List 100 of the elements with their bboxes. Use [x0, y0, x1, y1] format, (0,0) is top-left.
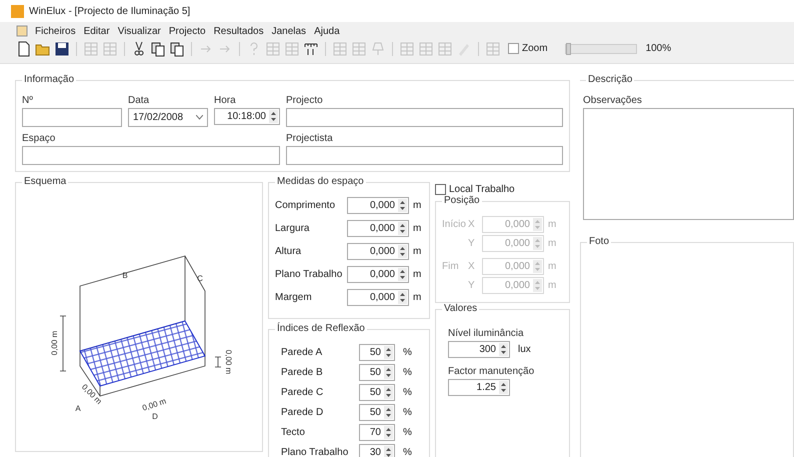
spin-arrows-icon[interactable] — [499, 381, 508, 394]
field-label: Data — [128, 95, 150, 106]
spin-arrows-icon[interactable] — [384, 366, 393, 379]
zoom-reading: 100% — [646, 43, 672, 54]
grid-icon[interactable] — [351, 40, 367, 56]
grid-icon[interactable] — [437, 40, 453, 56]
spin-field[interactable]: 50 — [359, 384, 395, 401]
unit-label: m — [413, 292, 422, 303]
axis-label: Y — [468, 238, 476, 249]
spin-field[interactable]: 30 — [359, 444, 395, 457]
field-label: Comprimento — [275, 200, 336, 211]
date-field[interactable]: 17/02/2008 — [128, 108, 208, 127]
unit-label: m — [413, 200, 422, 211]
slider-thumb[interactable] — [566, 42, 571, 54]
unit-label: % — [403, 367, 413, 378]
text-field[interactable] — [286, 146, 563, 165]
menu-item[interactable]: Resultados — [212, 26, 265, 36]
zoom-slider[interactable] — [564, 44, 637, 54]
grid-icon[interactable] — [265, 40, 281, 56]
field-label: Nº — [22, 95, 34, 106]
spin-field[interactable]: 0,000 — [347, 266, 409, 283]
menu-item[interactable]: Ficheiros — [34, 26, 77, 36]
spin-field[interactable]: 50 — [359, 344, 395, 361]
spin-arrows-icon[interactable] — [398, 222, 407, 235]
spin-field[interactable]: 0,000 — [347, 243, 409, 260]
field-label: Hora — [214, 95, 237, 106]
field-label: Projectista — [286, 133, 334, 144]
spin-field[interactable]: 10:18:00 — [214, 108, 280, 125]
axis-label: Y — [468, 280, 476, 291]
unit-label: m — [548, 219, 558, 230]
menu-item[interactable]: Ajuda — [313, 26, 341, 36]
ruler-icon[interactable] — [303, 40, 319, 56]
axis-label: X — [468, 261, 476, 272]
menu-item[interactable]: Editar — [82, 26, 111, 36]
group-title: Foto — [587, 236, 612, 247]
spin-arrows-icon[interactable] — [499, 343, 508, 356]
field-label: Parede B — [281, 367, 324, 378]
spin-field[interactable]: 70 — [359, 424, 395, 441]
spin-field[interactable]: 50 — [359, 364, 395, 381]
copy-icon[interactable] — [150, 40, 166, 56]
paste-icon[interactable] — [169, 40, 185, 56]
field-label: Projecto — [286, 95, 324, 106]
spin-arrows-icon[interactable] — [398, 199, 407, 212]
text-field[interactable] — [22, 146, 280, 165]
spin-field[interactable]: 0,000 — [347, 220, 409, 237]
spin-arrows-icon[interactable] — [384, 406, 393, 419]
spin-field[interactable]: 50 — [359, 404, 395, 421]
grid-icon[interactable] — [485, 40, 501, 56]
spin-arrows-icon[interactable] — [269, 110, 278, 123]
grid-icon[interactable] — [399, 40, 415, 56]
text-field[interactable] — [286, 108, 563, 127]
unit-label: m — [413, 246, 422, 257]
unit-label: % — [403, 447, 413, 457]
spin-arrows-icon[interactable] — [384, 346, 393, 359]
axis-label: X — [468, 219, 476, 230]
spin-arrows-icon[interactable] — [398, 268, 407, 281]
document-icon[interactable] — [16, 25, 28, 37]
unit-label: % — [403, 407, 413, 418]
lamp-icon[interactable] — [370, 40, 386, 56]
menu-item[interactable]: Visualizar — [116, 26, 162, 36]
unit-label: lux — [518, 344, 531, 355]
grid-icon[interactable] — [418, 40, 434, 56]
spin-field[interactable]: 0,000 — [347, 197, 409, 214]
group-title: Posição — [442, 195, 482, 206]
spin-arrows-icon[interactable] — [398, 291, 407, 304]
spin-field[interactable]: 0,000 — [347, 289, 409, 306]
text-field[interactable] — [22, 108, 122, 127]
unit-label: m — [413, 269, 422, 280]
spin-arrows-icon[interactable] — [398, 245, 407, 258]
field-label: Início — [442, 219, 464, 230]
zoom-checkbox[interactable]: Zoom — [508, 43, 548, 54]
unit-label: m — [548, 280, 558, 291]
wall-label: A — [75, 404, 81, 413]
spin-field[interactable]: 1.25 — [448, 379, 510, 396]
menu-item[interactable]: Janelas — [270, 26, 308, 36]
dimension-label: 0,00 m — [80, 382, 104, 406]
unit-label: % — [403, 347, 413, 358]
spin-arrows-icon[interactable] — [384, 446, 393, 457]
group-title: Descrição — [586, 74, 634, 85]
observations-field[interactable] — [583, 108, 794, 220]
field-label: Parede D — [281, 407, 324, 418]
unit-label: % — [403, 387, 413, 398]
app-icon — [11, 4, 24, 18]
field-label: Altura — [275, 246, 302, 257]
grid-icon[interactable] — [102, 40, 118, 56]
window-title: WinElux - [Projecto de Iluminação 5] — [29, 6, 190, 16]
wall-label: B — [122, 271, 128, 280]
field-label: Nível iluminância — [448, 328, 525, 339]
grid-icon[interactable] — [83, 40, 99, 56]
unit-label: % — [403, 427, 413, 438]
local-trabalho-checkbox[interactable]: Local Trabalho — [435, 182, 570, 195]
spin-arrows-icon[interactable] — [384, 386, 393, 399]
spin-arrows-icon[interactable] — [384, 426, 393, 439]
grid-icon[interactable] — [332, 40, 348, 56]
wall-label: D — [152, 412, 158, 421]
spin-field[interactable]: 300 — [448, 341, 510, 358]
group-title: Informação — [22, 74, 76, 85]
wall-label: C — [197, 274, 203, 283]
field-label: Espaço — [22, 133, 56, 144]
menu-item[interactable]: Projecto — [168, 26, 207, 36]
